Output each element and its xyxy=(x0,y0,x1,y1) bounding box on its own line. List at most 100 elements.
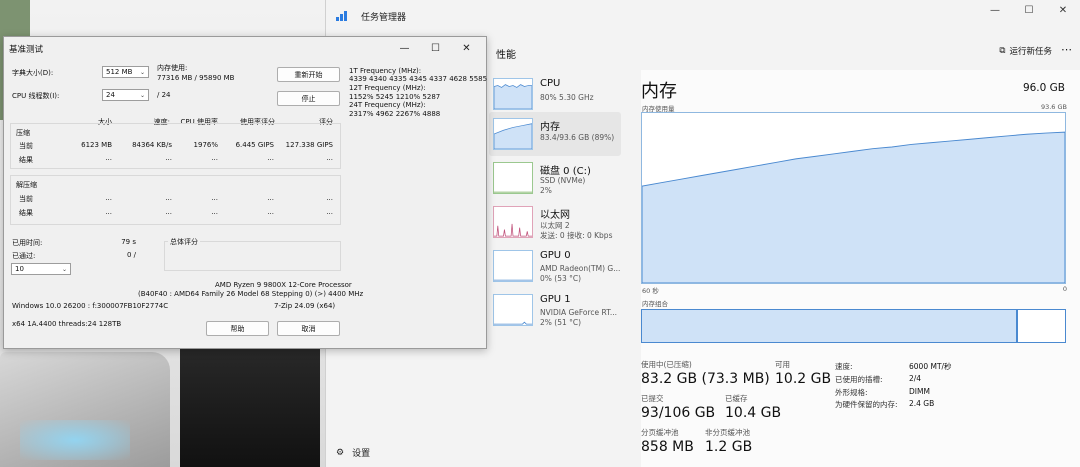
stat-nonpaged-pool: 非分页缓冲池 1.2 GB xyxy=(705,427,752,455)
hw-label: 外形规格: xyxy=(835,388,868,397)
memory-title: 内存 xyxy=(641,81,677,102)
threads-value: 24 xyxy=(106,91,115,99)
perf-item-usage: 2% (51 °C) xyxy=(540,318,582,327)
hw-label: 已使用的插槽: xyxy=(835,375,883,384)
freq-1t-value: 4339 4340 4335 4345 4337 4628 5585 xyxy=(349,75,488,83)
background-monitor xyxy=(180,340,320,467)
stop-button[interactable]: 停止 xyxy=(277,91,340,106)
decompress-result-speed: ... xyxy=(165,208,172,216)
perf-item-gpu1[interactable]: GPU 1 NVIDIA GeForce RT... 2% (51 °C) xyxy=(489,288,621,332)
close-button[interactable]: ✕ xyxy=(1046,0,1080,20)
freq-1t-label: 1T Frequency (MHz): xyxy=(349,67,422,75)
stat-label: 分页缓冲池 xyxy=(641,428,679,437)
elapsed-value: 79 s xyxy=(121,238,136,246)
perf-item-detail: AMD Radeon(TM) G... xyxy=(540,264,621,273)
perf-item-usage: 发送: 0 接收: 0 Kbps xyxy=(540,231,613,240)
perf-item-usage: 2% xyxy=(540,186,552,195)
decompress-current-label: 当前 xyxy=(19,195,33,203)
decompress-result-rating-usage: ... xyxy=(267,208,274,216)
elapsed-label: 已用时间: xyxy=(12,239,43,247)
stat-in-use: 使用中(已压缩) 83.2 GB (73.3 MB) xyxy=(641,359,770,387)
perf-item-memory[interactable]: 内存 83.4/93.6 GB (89%) xyxy=(489,112,621,156)
threads-total: / 24 xyxy=(157,91,171,99)
run-task-icon: ⧉ xyxy=(999,46,1006,56)
perf-item-gpu0[interactable]: GPU 0 AMD Radeon(TM) G... 0% (53 °C) xyxy=(489,244,621,288)
freq-24t-label: 24T Frequency (MHz): xyxy=(349,101,426,109)
total-rating-label: 总体评分 xyxy=(168,237,200,247)
stat-value: 93/106 GB xyxy=(641,405,716,421)
stat-available: 可用 10.2 GB xyxy=(775,359,831,387)
maximize-button[interactable]: ☐ xyxy=(1012,0,1046,20)
decompress-result-size: ... xyxy=(105,208,112,216)
compress-label: 压缩 xyxy=(16,129,30,137)
memory-usage-chart xyxy=(642,131,1065,283)
dialog-minimize-button[interactable]: — xyxy=(389,39,420,57)
compress-current-label: 当前 xyxy=(19,142,33,150)
stat-label: 已提交 xyxy=(641,394,664,403)
stat-committed: 已提交 93/106 GB xyxy=(641,393,715,421)
decompress-current-size: ... xyxy=(105,194,112,202)
perf-item-cpu[interactable]: CPU 80% 5.30 GHz xyxy=(489,72,621,116)
settings-label: 设置 xyxy=(352,449,371,459)
memory-mini-graph xyxy=(493,118,533,150)
run-new-task-button[interactable]: ⧉ 运行新任务 xyxy=(999,45,1052,57)
hw-value: 6000 MT/秒 xyxy=(909,362,952,371)
perf-item-name: GPU 0 xyxy=(540,250,571,261)
dialog-maximize-button[interactable]: ☐ xyxy=(420,39,451,57)
compress-current-cpu: 1976% xyxy=(193,141,218,149)
passes-select[interactable]: 10 ⌄ xyxy=(11,263,71,275)
page-title: 性能 xyxy=(496,50,516,61)
stat-label: 使用中(已压缩) xyxy=(641,360,692,369)
freq-12t-value: 1152% 5245 1210% 5287 xyxy=(349,93,441,101)
hw-value: DIMM xyxy=(909,387,930,396)
freq-24t-value: 2317% 4962 2267% 4888 xyxy=(349,110,441,118)
restart-button[interactable]: 重新开始 xyxy=(277,67,340,82)
os-info: Windows 10.0 26200 : f:300007FB10F2774C xyxy=(12,302,169,310)
graph-x-right-label: 0 xyxy=(1062,285,1067,293)
cancel-button[interactable]: 取消 xyxy=(277,321,340,336)
compress-current-speed: 84364 KB/s xyxy=(132,141,172,149)
memory-usage-graph xyxy=(641,112,1066,284)
background-glow xyxy=(20,420,130,460)
hw-value: 2.4 GB xyxy=(909,399,935,408)
gear-icon: ⚙ xyxy=(336,447,345,458)
minimize-button[interactable]: — xyxy=(978,0,1012,20)
compress-current-rating: 127.338 GIPS xyxy=(285,141,333,149)
stat-paged-pool: 分页缓冲池 858 MB xyxy=(641,427,694,455)
help-button[interactable]: 帮助 xyxy=(206,321,269,336)
page-header: 性能 ⧉ 运行新任务 ⋯ xyxy=(486,40,1080,64)
cpu-mini-graph xyxy=(493,78,533,110)
dialog-close-button[interactable]: ✕ xyxy=(451,39,482,57)
compress-result-rating: ... xyxy=(326,154,333,162)
dict-size-value: 512 MB xyxy=(106,68,133,76)
passed-value: 0 / xyxy=(126,251,136,259)
decompress-result-label: 结果 xyxy=(19,209,33,217)
perf-item-ethernet[interactable]: 以太网 以太网 2 发送: 0 接收: 0 Kbps xyxy=(489,200,621,244)
stat-label: 可用 xyxy=(775,360,790,369)
threads-select[interactable]: 24 ⌄ xyxy=(102,89,149,101)
perf-item-disk[interactable]: 磁盘 0 (C:) SSD (NVMe) 2% xyxy=(489,156,621,200)
settings-nav-item[interactable]: ⚙ 设置 xyxy=(336,446,371,460)
compress-result-size: ... xyxy=(105,154,112,162)
dict-size-select[interactable]: 512 MB ⌄ xyxy=(102,66,149,78)
decompress-result-rating: ... xyxy=(326,208,333,216)
usage-graph-max: 93.6 GB xyxy=(1040,103,1067,111)
stat-value: 83.2 GB (73.3 MB) xyxy=(641,371,770,387)
title-bar: 任务管理器 xyxy=(326,0,1080,32)
perf-item-name: 磁盘 0 (C:) xyxy=(540,166,591,177)
memory-usage-area xyxy=(642,131,1065,283)
gpu0-mini-graph xyxy=(493,250,533,282)
hw-label: 速度: xyxy=(835,362,853,371)
perf-item-detail: 83.4/93.6 GB (89%) xyxy=(540,133,615,142)
dialog-title: 基准测试 xyxy=(9,45,44,55)
memory-composition-bar[interactable] xyxy=(641,309,1066,343)
benchmark-dialog: 基准测试 — ☐ ✕ 字典大小(D): 512 MB ⌄ 内存使用: 77316… xyxy=(3,36,487,349)
decompress-current-rating: ... xyxy=(326,194,333,202)
graph-x-left-label: 60 秒 xyxy=(642,287,659,295)
composition-label: 内存组合 xyxy=(642,300,668,308)
more-options-icon[interactable]: ⋯ xyxy=(1061,43,1072,56)
cpu-detail: (B40F40 : AMD64 Family 26 Model 68 Stepp… xyxy=(138,290,364,298)
perf-item-usage: 0% (53 °C) xyxy=(540,274,582,283)
compress-result-cpu: ... xyxy=(211,154,218,162)
stat-label: 非分页缓冲池 xyxy=(705,428,750,437)
